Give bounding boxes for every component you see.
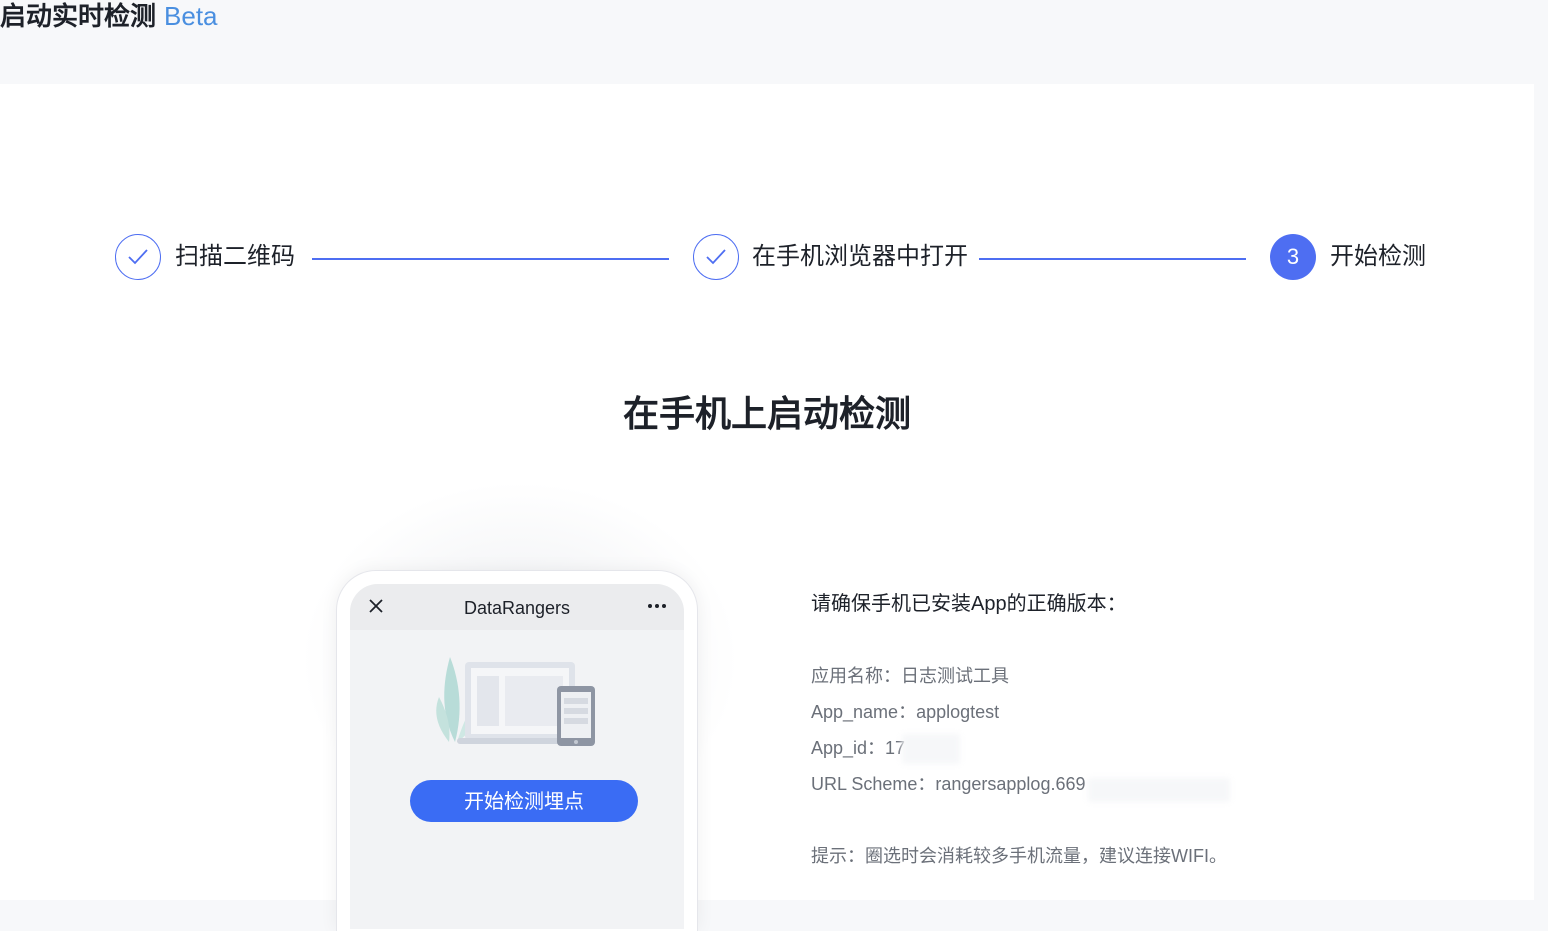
page-title: 启动实时检测 Beta [0, 0, 218, 32]
page-title-text: 启动实时检测 [0, 1, 157, 31]
step-1-check-circle [115, 234, 161, 280]
info-app-name-cn: 应用名称：日志测试工具 [811, 666, 1009, 686]
step-3-label: 开始检测 [1330, 243, 1426, 270]
step-connector-1 [312, 258, 669, 260]
start-detection-button[interactable]: 开始检测埋点 [410, 780, 638, 822]
page-header: 启动实时检测 Beta [0, 0, 1548, 84]
info-heading: 请确保手机已安装App的正确版本： [811, 593, 1127, 615]
step-3-number: 3 [1286, 244, 1300, 269]
step-2-check-circle [693, 234, 739, 280]
phone-nav-bar: DataRangers [350, 584, 684, 630]
main-heading: 在手机上启动检测 [622, 393, 911, 434]
phone-screen: DataRangers 开始检测埋点 [350, 584, 684, 929]
device-illustration [436, 657, 595, 746]
info-url-scheme: URL Scheme：rangersapplog.669 [811, 774, 1086, 794]
redaction-mask [1088, 778, 1230, 802]
phone-mockup: DataRangers 开始检测埋点 [336, 570, 698, 931]
phone-app-title: DataRangers [463, 598, 571, 618]
more-icon[interactable] [646, 596, 668, 616]
check-icon [706, 249, 726, 265]
info-app-name: App_name：applogtest [811, 702, 1000, 722]
redaction-mask [902, 734, 960, 764]
check-icon [128, 249, 148, 265]
step-2-label: 在手机浏览器中打开 [752, 243, 968, 270]
step-3-number-circle: 3 [1270, 234, 1316, 280]
content-card [0, 84, 1534, 900]
beta-badge: Beta [164, 1, 218, 31]
info-app-id: App_id：17 [811, 738, 906, 758]
step-connector-2 [979, 258, 1246, 260]
step-1-label: 扫描二维码 [175, 243, 295, 270]
info-tip: 提示：圈选时会消耗较多手机流量，建议连接WIFI。 [811, 846, 1227, 866]
